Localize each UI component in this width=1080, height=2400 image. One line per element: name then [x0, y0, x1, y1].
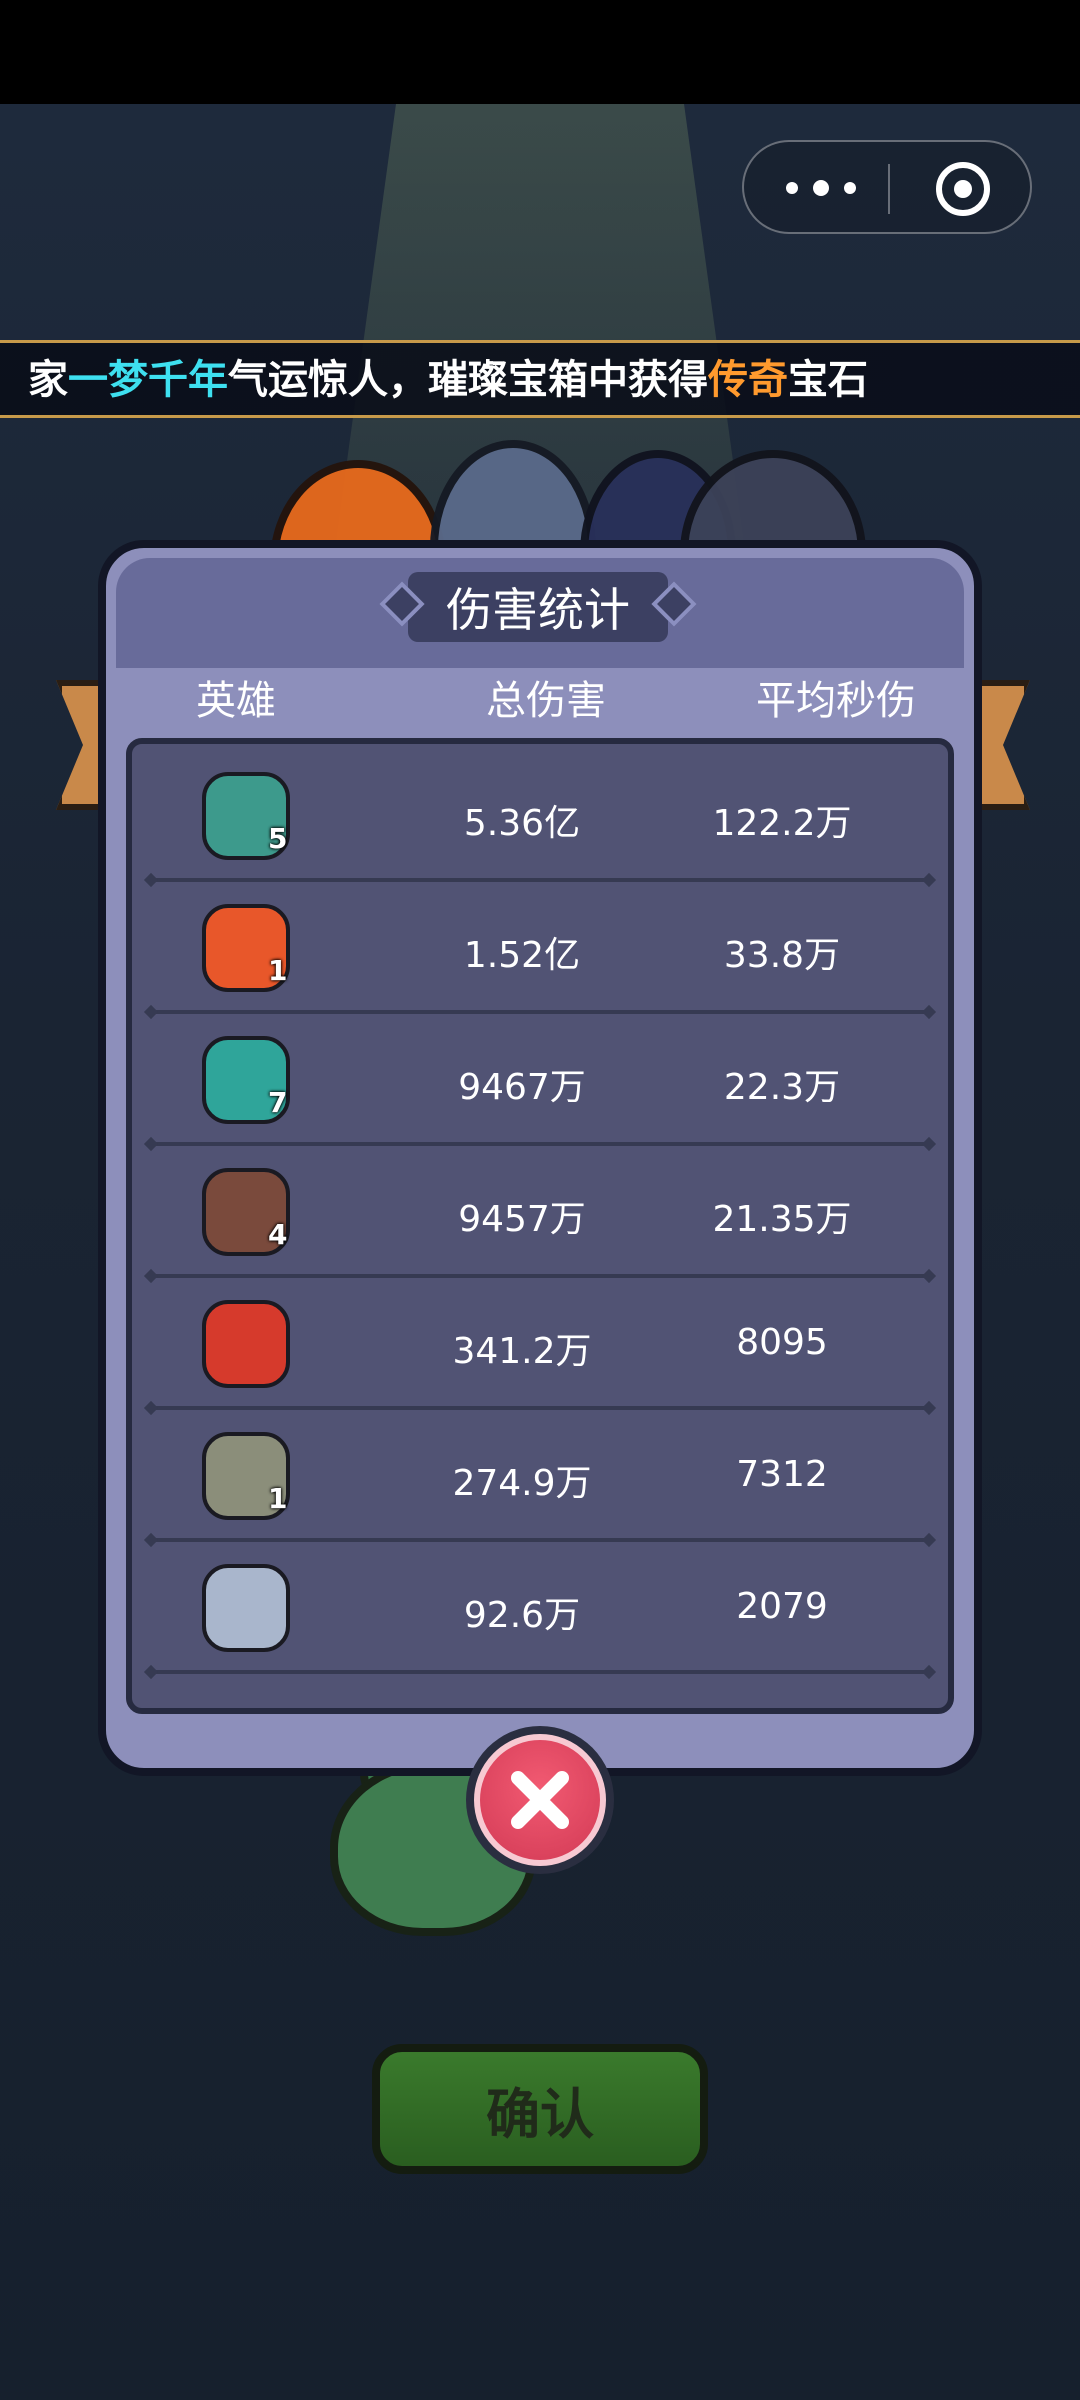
table-row: 7 9467万 22.3万: [132, 1014, 948, 1146]
ticker-middle: 气运惊人，璀璨宝箱中获得: [228, 357, 708, 403]
confirm-button[interactable]: 确认: [372, 2044, 708, 2174]
total-damage-value: 274.9万: [452, 1463, 592, 1504]
panel-header: 伤害统计: [116, 558, 964, 668]
confirm-label: 确认: [486, 2082, 594, 2146]
ticker-text: 家一梦千年气运惊人，璀璨宝箱中获得传奇宝石: [28, 353, 868, 407]
column-header-total-damage: 总伤害: [486, 678, 606, 724]
hero-avatar: [202, 1300, 290, 1388]
stats-table: 5 5.36亿 122.2万 1 1.52亿 33.8万 7 9467万 22.…: [126, 738, 954, 1714]
hero-avatar: [202, 1564, 290, 1652]
ticker-suffix: 宝石: [788, 357, 868, 403]
close-button[interactable]: [466, 1726, 614, 1874]
avg-dps-value: 7312: [736, 1454, 828, 1495]
table-row: 341.2万 8095: [132, 1278, 948, 1410]
total-damage-value: 92.6万: [463, 1595, 581, 1636]
total-damage-value: 5.36亿: [463, 803, 581, 844]
avg-dps-value: 2079: [736, 1586, 828, 1627]
total-damage-value: 341.2万: [452, 1331, 592, 1372]
avg-dps-value: 8095: [736, 1322, 828, 1363]
row-divider: [150, 1670, 930, 1674]
close-button-face: [474, 1734, 606, 1866]
close-x-icon: [511, 1771, 569, 1829]
hero-level: 1: [268, 954, 288, 987]
panel-title-text: 伤害统计: [446, 583, 630, 637]
hero-level: 1: [268, 1482, 288, 1515]
hero-level: 7: [268, 1086, 288, 1119]
avg-dps-value: 21.35万: [712, 1199, 852, 1240]
ticker-rarity: 传奇: [708, 357, 788, 403]
damage-stats-panel: 伤害统计 英雄 总伤害 平均秒伤 5 5.36亿 122.2万 1 1.52亿 …: [98, 540, 982, 1776]
status-bar: [0, 0, 1080, 104]
panel-title: 伤害统计: [408, 572, 668, 642]
table-row: 1 274.9万 7312: [132, 1410, 948, 1542]
avg-dps-value: 22.3万: [723, 1067, 841, 1108]
avg-dps-value: 122.2万: [712, 803, 852, 844]
capsule-divider: [888, 164, 890, 214]
mini-program-capsule: [742, 140, 1032, 234]
target-close-icon[interactable]: [936, 162, 990, 216]
table-row: 1 1.52亿 33.8万: [132, 882, 948, 1014]
hero-level: 5: [268, 822, 288, 855]
hero-level: 4: [268, 1218, 288, 1251]
total-damage-value: 9467万: [458, 1067, 586, 1108]
total-damage-value: 1.52亿: [463, 935, 581, 976]
table-row: 4 9457万 21.35万: [132, 1146, 948, 1278]
ticker-player-name: 一梦千年: [68, 357, 228, 403]
ticker-prefix: 家: [28, 357, 68, 403]
total-damage-value: 9457万: [458, 1199, 586, 1240]
table-row: 92.6万 2079: [132, 1542, 948, 1674]
avg-dps-value: 33.8万: [723, 935, 841, 976]
column-header-avg-dps: 平均秒伤: [756, 678, 916, 724]
column-header-hero: 英雄: [196, 678, 276, 724]
more-dots-icon[interactable]: [786, 168, 856, 208]
announcement-ticker: 家一梦千年气运惊人，璀璨宝箱中获得传奇宝石: [0, 340, 1080, 418]
table-row: 5 5.36亿 122.2万: [132, 750, 948, 882]
